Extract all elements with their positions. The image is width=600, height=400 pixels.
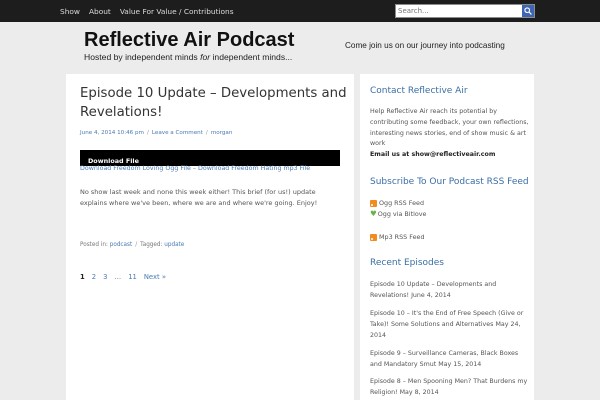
page-current: 1 [80,273,85,281]
contact-widget-title[interactable]: Contact Reflective Air [370,86,468,96]
post-meta: June 4, 2014 10:46 pm / Leave a Comment / mo… [80,130,233,136]
heart-icon: ♥ [370,209,377,219]
rss-widget-title: Subscribe To Our Podcast RSS Feed [370,177,529,187]
post-author[interactable]: morgan [211,130,233,136]
search-button[interactable] [522,5,534,17]
post-date[interactable]: June 4, 2014 10:46 pm [80,130,144,136]
audio-player[interactable]: Download File [80,150,340,166]
feed-ogg-label[interactable]: Ogg RSS Feed [379,199,424,207]
feed-mp3[interactable]: Mp3 RSS Feed [370,233,425,241]
tagline-before: Hosted by independent minds [84,52,201,62]
recent-episode-date: June 4, 2014 [411,292,451,299]
search-input[interactable] [398,5,520,17]
post-taxonomy: Posted in: podcast / Tagged: update [80,242,185,248]
post-title[interactable]: Episode 10 Update – Developments and Rev… [80,84,348,122]
contact-email[interactable]: Email us at show@reflectiveair.com [370,151,495,158]
recent-episode-item: Episode 10 – It's the End of Free Speech… [370,308,532,341]
nav-item-value-for-value[interactable]: Value For Value / Contributions [120,7,234,16]
feed-bitlove-label[interactable]: Ogg via Bitlove [378,210,427,218]
page-link[interactable]: 2 [92,273,96,281]
nav-item-show[interactable]: Show [60,7,80,16]
feed-bitlove[interactable]: ♥ Ogg via Bitlove [370,210,426,218]
download-file-label[interactable]: Download File [88,157,139,165]
search-box [395,4,535,18]
posted-in-label: Posted in: [80,242,108,248]
tagline-after: independent minds... [210,52,293,62]
top-nav: Show About Value For Value / Contributio… [60,0,243,22]
recent-episode-date: May 15, 2014 [438,361,482,368]
tagged-label: Tagged: [140,242,163,248]
tagline-em: for [200,52,211,62]
tag-link[interactable]: update [164,242,184,248]
site-tagline: Hosted by independent minds for independ… [84,52,292,62]
recent-episode-link[interactable]: Episode 8 – Men Spooning Men? That Burde… [370,378,527,396]
search-icon [524,7,532,15]
recent-episode-date: May 8, 2014 [399,389,439,396]
post-excerpt: No show last week and none this week eit… [80,188,318,207]
site-title[interactable]: Reflective Air Podcast [84,29,294,52]
rss-icon [370,233,377,241]
page-link-last[interactable]: 11 [128,273,137,281]
feed-mp3-label[interactable]: Mp3 RSS Feed [379,233,425,241]
download-links[interactable]: Download Freedom Loving Ogg File – Downl… [80,165,310,172]
recent-episode-item: Episode 8 – Men Spooning Men? That Burde… [370,376,532,398]
recent-episodes-title: Recent Episodes [370,258,444,268]
feed-ogg[interactable]: Ogg RSS Feed [370,199,424,207]
rss-icon [370,199,377,207]
page-dots: … [114,273,122,281]
leave-comment-link[interactable]: Leave a Comment [152,130,203,136]
recent-episode-item: Episode 10 Update – Developments and Rev… [370,279,532,301]
site-header: Reflective Air Podcast Hosted by indepen… [0,22,600,68]
recent-episode-item: Episode 9 – Surveillance Cameras, Black … [370,348,532,370]
sidebar: Contact Reflective Air Help Reflective A… [360,74,534,400]
nav-item-about[interactable]: About [89,7,111,16]
next-page-link[interactable]: Next » [144,273,166,281]
pagination: 1 2 3 … 11 Next » [80,273,173,281]
page-link[interactable]: 3 [103,273,107,281]
top-bar: Show About Value For Value / Contributio… [0,0,600,22]
category-link[interactable]: podcast [110,242,133,248]
contact-text: Help Reflective Air reach its potential … [370,108,529,148]
header-slogan: Come join us on our journey into podcast… [345,41,505,50]
main-content: Episode 10 Update – Developments and Rev… [66,74,354,400]
